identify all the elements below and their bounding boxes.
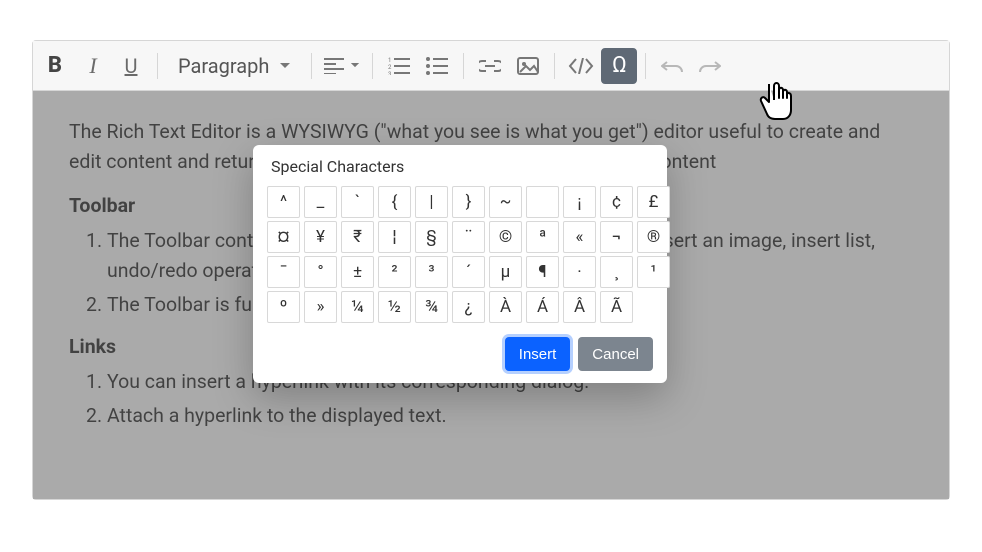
omega-icon: Ω <box>612 53 627 78</box>
paragraph-label: Paragraph <box>178 54 269 78</box>
char-cell[interactable]: Ã <box>600 291 633 323</box>
char-cell[interactable]: { <box>378 186 411 218</box>
char-cell[interactable]: ¦ <box>378 221 411 253</box>
char-cell[interactable]: £ <box>637 186 670 218</box>
char-cell[interactable]: ¿ <box>452 291 485 323</box>
paragraph-format-dropdown[interactable]: Paragraph <box>166 48 303 84</box>
char-cell[interactable]: ~ <box>489 186 522 218</box>
char-cell[interactable]: ¡ <box>563 186 596 218</box>
redo-icon <box>699 59 721 73</box>
separator <box>372 53 373 79</box>
underline-button[interactable]: U <box>113 48 149 84</box>
italic-icon: I <box>89 53 96 79</box>
link-icon <box>479 60 501 72</box>
ordered-list-icon: 1 2 3 <box>388 57 410 75</box>
char-cell[interactable]: ₹ <box>341 221 374 253</box>
char-cell[interactable]: º <box>267 291 300 323</box>
char-cell[interactable]: ½ <box>378 291 411 323</box>
char-cell[interactable]: ^ <box>267 186 300 218</box>
char-cell[interactable]: À <box>489 291 522 323</box>
ordered-list-button[interactable]: 1 2 3 <box>381 48 417 84</box>
image-icon <box>517 57 539 75</box>
char-cell[interactable]: _ <box>304 186 337 218</box>
code-icon <box>568 58 594 74</box>
dialog-footer: Insert Cancel <box>267 337 653 371</box>
svg-text:1: 1 <box>388 57 391 64</box>
char-cell[interactable]: ¾ <box>415 291 448 323</box>
insert-button[interactable]: Insert <box>505 337 571 371</box>
char-cell[interactable]: ¼ <box>341 291 374 323</box>
char-cell[interactable]: µ <box>489 256 522 288</box>
char-cell[interactable]: ¹ <box>637 256 670 288</box>
char-cell[interactable]: ¸ <box>600 256 633 288</box>
char-cell[interactable]: ª <box>526 221 559 253</box>
char-cell[interactable]: | <box>415 186 448 218</box>
bold-button[interactable]: B <box>37 48 73 84</box>
char-cell[interactable]: « <box>563 221 596 253</box>
align-button[interactable] <box>320 48 364 84</box>
char-cell[interactable]: ± <box>341 256 374 288</box>
italic-button[interactable]: I <box>75 48 111 84</box>
char-cell[interactable]: © <box>489 221 522 253</box>
code-view-button[interactable] <box>563 48 599 84</box>
char-cell[interactable]: ³ <box>415 256 448 288</box>
unordered-list-icon <box>426 57 448 75</box>
chevron-down-icon <box>350 62 360 69</box>
character-grid: ^_`{|}~ ¡¢£¤¥₹¦§¨©ª«¬®¯°±²³´µ¶·¸¹º»¼½¾¿À… <box>267 186 653 323</box>
char-cell[interactable] <box>526 186 559 218</box>
special-characters-button[interactable]: Ω <box>601 48 637 84</box>
char-cell[interactable]: ¬ <box>600 221 633 253</box>
svg-text:2: 2 <box>388 64 392 71</box>
undo-icon <box>661 59 683 73</box>
char-cell[interactable]: ¥ <box>304 221 337 253</box>
dialog-title: Special Characters <box>271 157 653 176</box>
char-cell[interactable]: ² <box>378 256 411 288</box>
chevron-down-icon <box>279 62 291 70</box>
image-button[interactable] <box>510 48 546 84</box>
separator <box>311 53 312 79</box>
redo-button[interactable] <box>692 48 728 84</box>
char-cell[interactable]: ` <box>341 186 374 218</box>
char-cell[interactable]: ° <box>304 256 337 288</box>
separator <box>157 53 158 79</box>
toolbar: B I U Paragraph <box>33 41 949 91</box>
char-cell[interactable]: Á <box>526 291 559 323</box>
char-cell[interactable]: ¶ <box>526 256 559 288</box>
unordered-list-button[interactable] <box>419 48 455 84</box>
char-cell[interactable]: ´ <box>452 256 485 288</box>
special-characters-dialog: Special Characters ^_`{|}~ ¡¢£¤¥₹¦§¨©ª«¬… <box>253 145 667 383</box>
char-cell[interactable]: ¢ <box>600 186 633 218</box>
align-left-icon <box>324 58 344 74</box>
char-cell[interactable]: § <box>415 221 448 253</box>
separator <box>554 53 555 79</box>
underline-icon: U <box>125 54 138 78</box>
separator <box>645 53 646 79</box>
cancel-button[interactable]: Cancel <box>578 337 653 371</box>
char-cell[interactable]: ¯ <box>267 256 300 288</box>
svg-text:3: 3 <box>388 71 391 75</box>
separator <box>463 53 464 79</box>
char-cell[interactable]: ® <box>637 221 670 253</box>
char-cell[interactable]: ¨ <box>452 221 485 253</box>
link-button[interactable] <box>472 48 508 84</box>
char-cell[interactable]: Â <box>563 291 596 323</box>
char-cell[interactable]: · <box>563 256 596 288</box>
char-cell[interactable]: ¤ <box>267 221 300 253</box>
undo-button[interactable] <box>654 48 690 84</box>
char-cell[interactable]: } <box>452 186 485 218</box>
char-cell[interactable]: » <box>304 291 337 323</box>
